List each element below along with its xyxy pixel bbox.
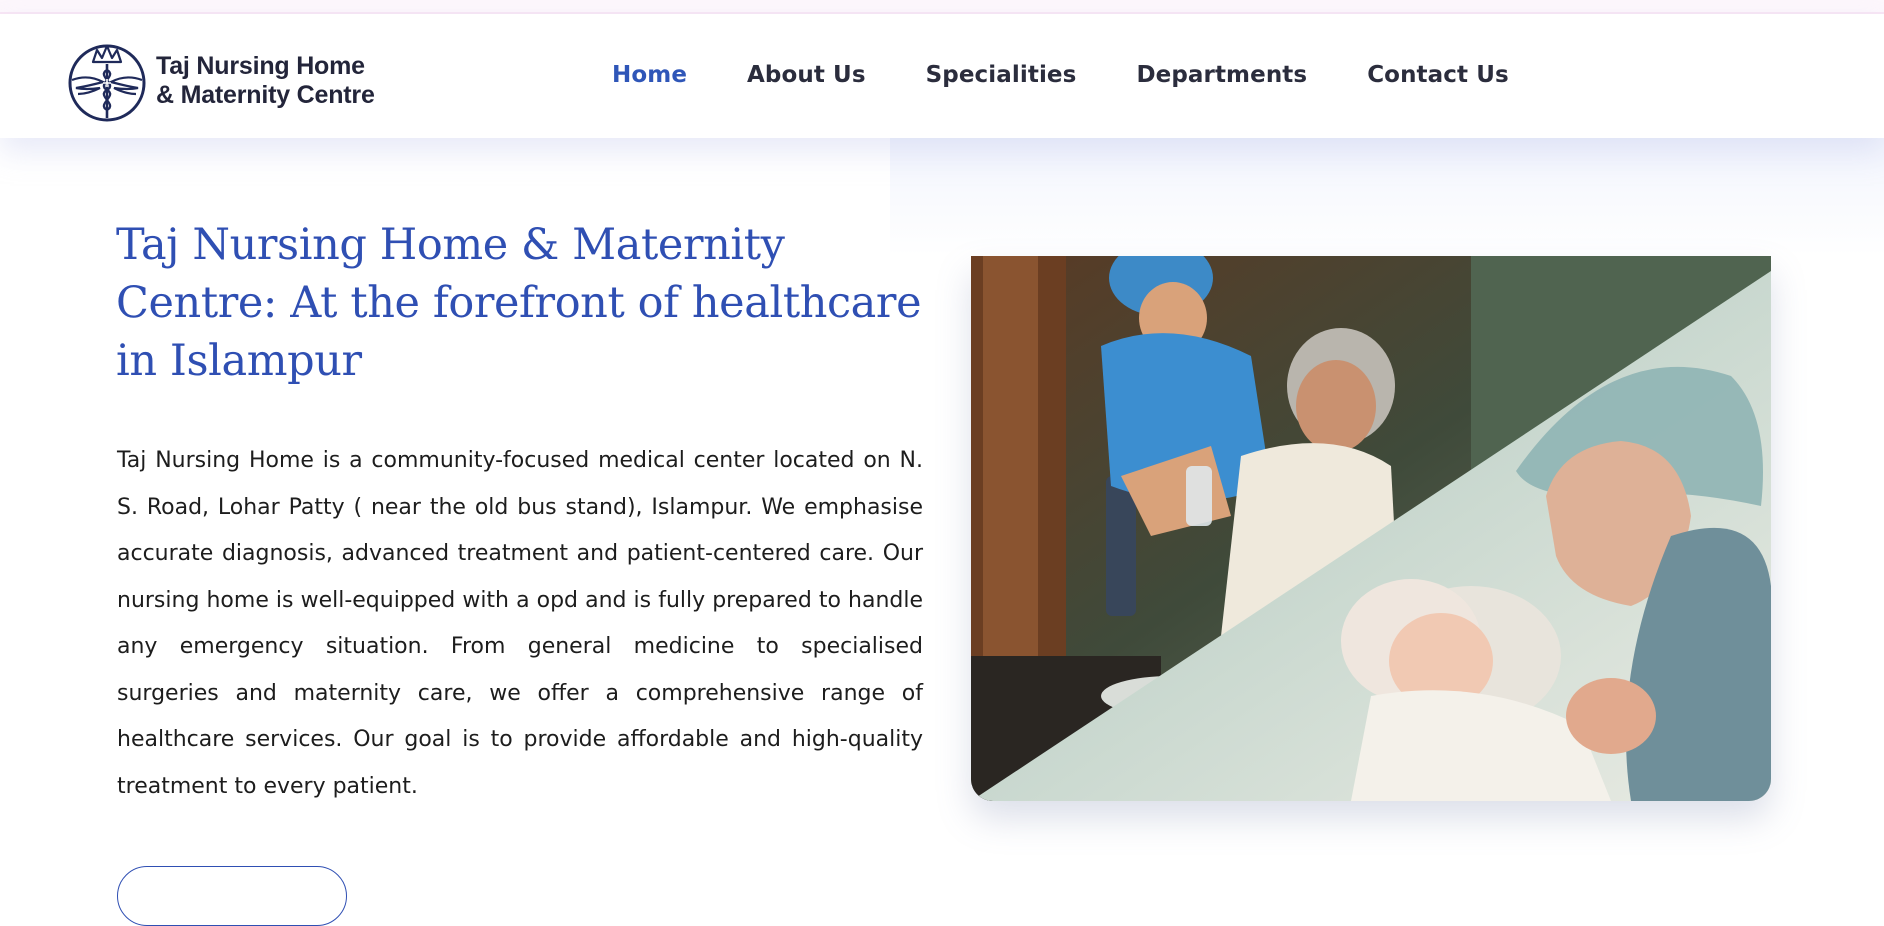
hero-photo-illustration xyxy=(971,256,1771,801)
main-nav: Home About Us Specialities Departments C… xyxy=(612,62,1569,88)
nav-item-specialities[interactable]: Specialities xyxy=(926,62,1077,88)
nav-item-departments[interactable]: Departments xyxy=(1136,62,1307,88)
hero-title: Taj Nursing Home & Maternity Centre: At … xyxy=(116,220,922,386)
background-haze xyxy=(890,136,1884,256)
hero-cta-button[interactable] xyxy=(117,866,347,926)
nav-item-home[interactable]: Home xyxy=(612,62,687,88)
site-header: Taj Nursing Home & Maternity Centre Home… xyxy=(0,14,1884,138)
brand-name: Taj Nursing Home & Maternity Centre xyxy=(156,52,375,110)
top-accent-strip xyxy=(0,0,1884,14)
brand-logo[interactable]: Taj Nursing Home & Maternity Centre xyxy=(66,40,375,122)
brand-name-line1: Taj Nursing Home xyxy=(156,52,365,80)
brand-name-line2: & Maternity Centre xyxy=(156,81,375,109)
hero-image xyxy=(971,256,1771,801)
nav-item-contact-us[interactable]: Contact Us xyxy=(1367,62,1509,88)
caduceus-crown-logo-icon xyxy=(68,44,146,122)
nav-item-about-us[interactable]: About Us xyxy=(747,62,866,88)
hero-description: Taj Nursing Home is a community-focused … xyxy=(117,448,923,799)
